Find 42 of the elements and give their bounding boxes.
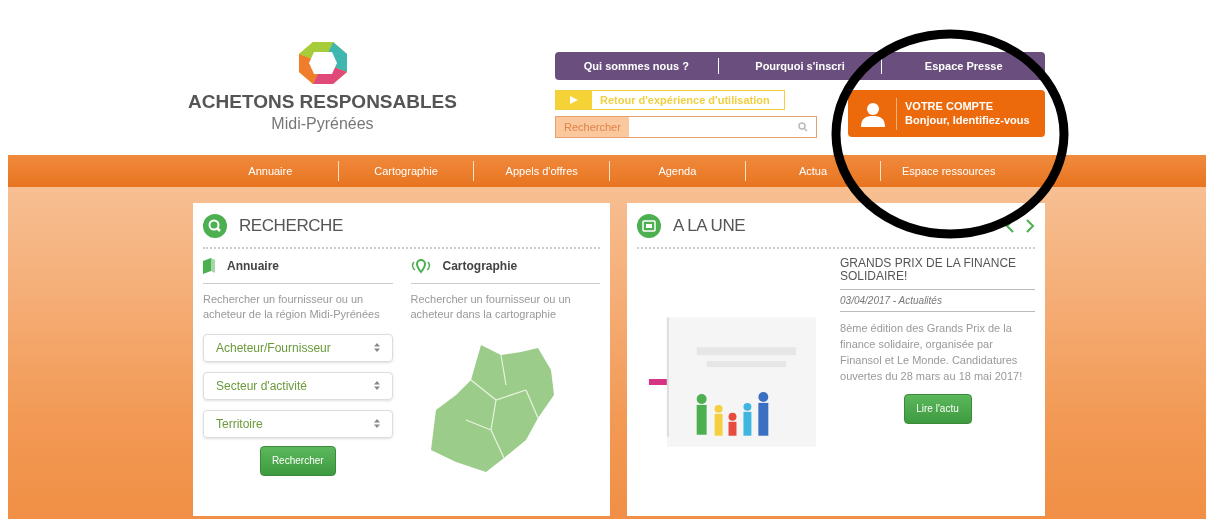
section-description: Rechercher un fournisseur ou un acheteur dans la cartographie — [410, 291, 572, 322]
account-button[interactable]: VOTRE COMPTE Bonjour, Identifiez-vous — [848, 90, 1045, 137]
search-icon — [798, 122, 808, 132]
feedback-button[interactable]: Retour d'expérience d'utilisation — [555, 90, 785, 110]
nav-link[interactable]: Annuaire — [203, 162, 338, 180]
nav-link[interactable]: Appels d'offres — [474, 162, 609, 180]
nav-link[interactable]: Cartographie — [338, 162, 474, 180]
panel-title: RECHERCHE — [239, 215, 343, 237]
user-icon — [860, 100, 886, 127]
logo-icon — [296, 40, 349, 86]
article-text: 8ème édition des Grands Prix de la finance solidaire, organisée par Finansol et Le Monde. Candidatures ouvertes du 28 mars au 18 mai 2017! — [840, 320, 1024, 384]
section-title: Cartographie — [442, 257, 518, 275]
search-button[interactable]: Rechercher — [259, 445, 336, 476]
map-pin-icon — [410, 257, 431, 274]
play-icon — [570, 96, 578, 104]
logo-title: ACHETONS RESPONSABLES — [188, 90, 457, 114]
select-field[interactable]: Territoire — [203, 409, 393, 438]
section-description: Rechercher un fournisseur ou un acheteur de la région Midi-Pyrénées — [203, 291, 381, 322]
nav-link[interactable]: Agenda — [610, 162, 745, 180]
select-field[interactable]: Secteur d'activité — [203, 371, 393, 400]
article-title: GRANDS PRIX DE LA FINANCE SOLIDAIRE! — [840, 256, 1035, 290]
search-field[interactable]: Rechercher — [555, 116, 817, 138]
news-icon — [637, 213, 661, 238]
panel-title: A LA UNE — [673, 215, 746, 237]
account-title: VOTRE COMPTE — [905, 99, 994, 114]
top-menu-link[interactable]: Qui sommes nous ? — [555, 57, 718, 75]
read-article-button[interactable]: Lire l'actu — [903, 393, 972, 424]
dropdown-caret-icon — [373, 381, 380, 390]
search-icon — [203, 213, 227, 238]
article-date: 03/04/2017 - Actualités — [840, 289, 1035, 312]
nav-link[interactable]: Actua — [745, 162, 881, 180]
top-menu-link[interactable]: Pourquoi s'inscri — [718, 57, 882, 75]
book-icon — [203, 257, 215, 274]
section-title: Annuaire — [227, 257, 279, 275]
search-label: Rechercher — [556, 117, 629, 137]
select-field[interactable]: Acheteur/Fournisseur — [203, 333, 393, 362]
nav-link[interactable]: Espace ressources — [881, 162, 1017, 180]
dropdown-caret-icon — [373, 419, 380, 428]
account-greeting: Bonjour, Identifiez-vous — [905, 113, 1030, 128]
dropdown-caret-icon — [373, 343, 380, 352]
logo-subtitle: Midi-Pyrénées — [271, 113, 374, 134]
top-menu-link[interactable]: Espace Presse — [882, 57, 1045, 75]
